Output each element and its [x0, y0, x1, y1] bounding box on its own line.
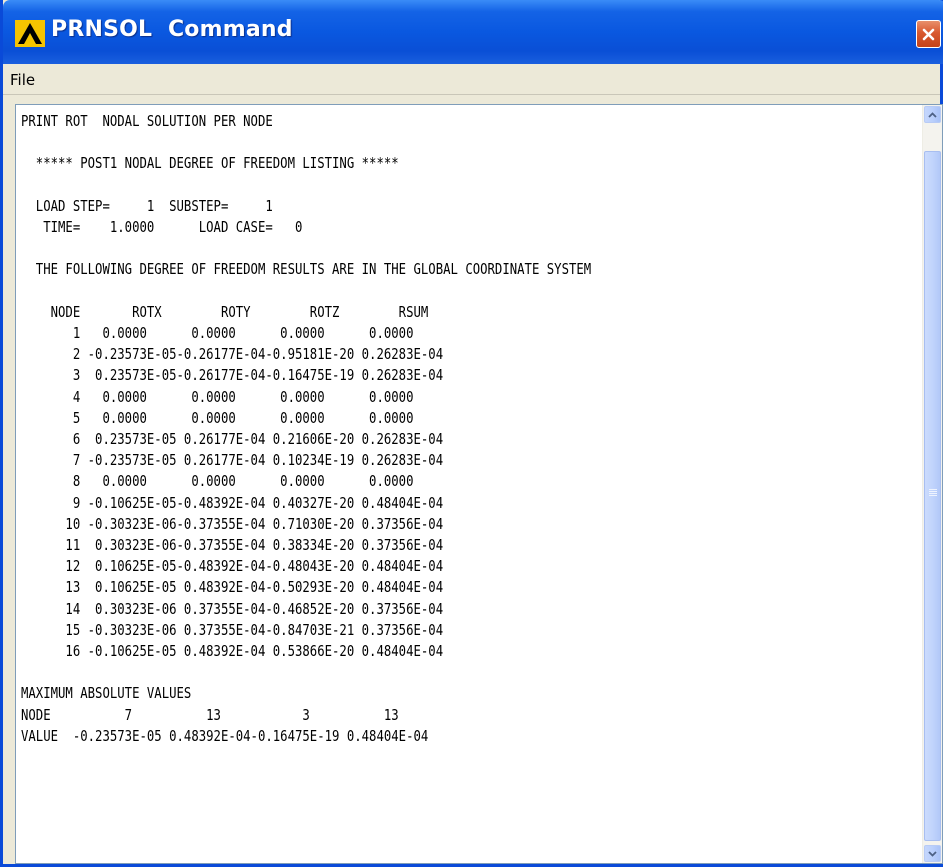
output-line: 9 -0.10625E-05-0.48392E-04 0.40327E-20 0…	[21, 493, 444, 512]
output-line: LOAD STEP= 1 SUBSTEP= 1	[21, 196, 273, 215]
output-line: 5 0.0000 0.0000 0.0000 0.0000	[21, 408, 414, 427]
output-line: 10 -0.30323E-06-0.37355E-04 0.71030E-20 …	[21, 514, 444, 533]
prnsol-command-window: PRNSOL Command File PRINT ROT NODAL SOLU…	[0, 0, 943, 867]
output-line: 1 0.0000 0.0000 0.0000 0.0000	[21, 324, 414, 343]
output-line: 15 -0.30323E-06 0.37355E-04-0.84703E-21 …	[21, 620, 444, 639]
window-title: PRNSOL Command	[51, 17, 293, 42]
close-icon	[922, 28, 935, 40]
ansys-logo-icon	[15, 20, 45, 47]
nodal-solution-listing: PRINT ROT NODAL SOLUTION PER NODE ***** …	[21, 111, 591, 747]
close-button[interactable]	[916, 20, 941, 48]
output-line: 11 0.30323E-06-0.37355E-04 0.38334E-20 0…	[21, 536, 444, 555]
menu-bar: File	[3, 64, 940, 95]
menu-item-file[interactable]: File	[10, 71, 35, 89]
output-line: PRINT ROT NODAL SOLUTION PER NODE	[21, 112, 273, 130]
vertical-scrollbar[interactable]	[922, 105, 942, 863]
output-line: 3 0.23573E-05-0.26177E-04-0.16475E-19 0.…	[21, 366, 444, 385]
output-line: 12 0.10625E-05-0.48392E-04-0.48043E-20 0…	[21, 557, 444, 576]
scroll-up-button[interactable]	[924, 106, 941, 123]
output-line: TIME= 1.0000 LOAD CASE= 0	[21, 218, 303, 237]
output-line: 13 0.10625E-05 0.48392E-04-0.50293E-20 0…	[21, 578, 444, 597]
scroll-up-arrow-icon	[928, 111, 937, 118]
output-line: 7 -0.23573E-05 0.26177E-04 0.10234E-19 0…	[21, 451, 444, 470]
scrollbar-thumb[interactable]	[924, 151, 941, 841]
scroll-down-arrow-icon	[928, 850, 937, 857]
output-line: VALUE -0.23573E-05 0.48392E-04-0.16475E-…	[21, 726, 429, 745]
output-line: 6 0.23573E-05 0.26177E-04 0.21606E-20 0.…	[21, 430, 444, 449]
output-line: NODE 7 13 3 13	[21, 705, 399, 724]
title-bar[interactable]: PRNSOL Command	[3, 0, 943, 64]
output-line: THE FOLLOWING DEGREE OF FREEDOM RESULTS …	[21, 260, 592, 279]
output-line: 4 0.0000 0.0000 0.0000 0.0000	[21, 387, 414, 406]
output-text-area[interactable]: PRINT ROT NODAL SOLUTION PER NODE ***** …	[15, 104, 943, 864]
output-line: NODE ROTX ROTY ROTZ RSUM	[21, 302, 429, 321]
output-line: 14 0.30323E-06 0.37355E-04-0.46852E-20 0…	[21, 599, 444, 618]
scrollbar-grip-icon	[929, 489, 937, 490]
output-line: 8 0.0000 0.0000 0.0000 0.0000	[21, 472, 414, 491]
output-line: 2 -0.23573E-05-0.26177E-04-0.95181E-20 0…	[21, 345, 444, 364]
output-line: MAXIMUM ABSOLUTE VALUES	[21, 684, 192, 703]
output-line: 16 -0.10625E-05 0.48392E-04 0.53866E-20 …	[21, 642, 444, 661]
scroll-down-button[interactable]	[924, 845, 941, 862]
output-line: ***** POST1 NODAL DEGREE OF FREEDOM LIST…	[21, 154, 399, 173]
